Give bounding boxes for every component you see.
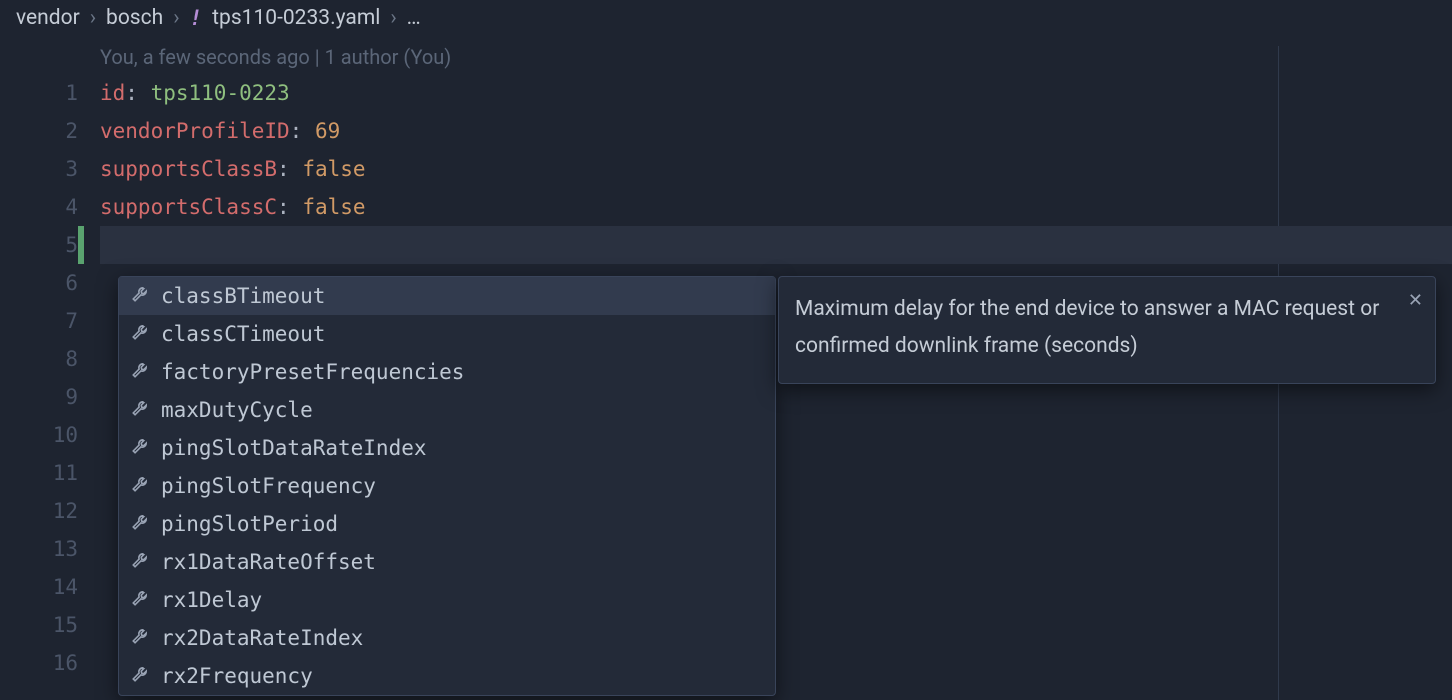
line-number: 13 <box>0 530 78 568</box>
suggest-item[interactable]: factoryPresetFrequencies <box>119 353 775 391</box>
chevron-icon: › <box>90 6 96 30</box>
breadcrumb-seg-vendor[interactable]: vendor <box>16 6 80 30</box>
line-number-gutter: 1 2 3 4 5 6 7 8 9 10 11 12 13 14 15 16 <box>0 40 100 682</box>
code-line-current[interactable]: You, a few seconds ago • Uncommitted cha… <box>100 226 1452 264</box>
line-number: 11 <box>0 454 78 492</box>
line-number: 2 <box>0 112 78 150</box>
chevron-icon: › <box>390 6 396 30</box>
line-number: 10 <box>0 416 78 454</box>
yaml-key: supportsClassC <box>100 195 277 219</box>
wrench-icon <box>131 315 149 353</box>
suggest-item[interactable]: rx1DataRateOffset <box>119 543 775 581</box>
breadcrumb: vendor › bosch › ! tps110-0233.yaml › … <box>0 0 1452 40</box>
breadcrumb-file[interactable]: tps110-0233.yaml <box>212 6 380 30</box>
blame-annotation: You, a few seconds ago | 1 author (You) <box>100 40 1452 74</box>
wrench-icon <box>131 657 149 695</box>
code-line[interactable]: vendorProfileID: 69 <box>100 112 1452 150</box>
suggest-widget[interactable]: classBTimeout classCTimeout factoryPrese… <box>118 276 776 696</box>
wrench-icon <box>131 581 149 619</box>
chevron-icon: › <box>173 6 179 30</box>
suggest-item[interactable]: rx2DataRateIndex <box>119 619 775 657</box>
code-line[interactable]: supportsClassC: false <box>100 188 1452 226</box>
suggest-item[interactable]: pingSlotFrequency <box>119 467 775 505</box>
breadcrumb-more[interactable]: … <box>407 6 421 30</box>
code-line[interactable]: supportsClassB: false <box>100 150 1452 188</box>
line-number: 4 <box>0 188 78 226</box>
suggest-item[interactable]: pingSlotDataRateIndex <box>119 429 775 467</box>
line-number: 16 <box>0 644 78 682</box>
yaml-value: false <box>302 157 365 181</box>
suggest-item[interactable]: pingSlotPeriod <box>119 505 775 543</box>
line-number: 1 <box>0 74 78 112</box>
wrench-icon <box>131 619 149 657</box>
suggest-label: pingSlotPeriod <box>161 505 338 543</box>
suggest-item[interactable]: maxDutyCycle <box>119 391 775 429</box>
line-number: 5 <box>0 226 78 264</box>
line-number: 7 <box>0 302 78 340</box>
suggest-item[interactable]: classCTimeout <box>119 315 775 353</box>
wrench-icon <box>131 429 149 467</box>
suggest-label: rx2Frequency <box>161 657 313 695</box>
yaml-value: tps110-0223 <box>151 81 290 105</box>
suggest-label: classCTimeout <box>161 315 325 353</box>
yaml-file-icon: ! <box>190 6 203 30</box>
suggest-item[interactable]: rx1Delay <box>119 581 775 619</box>
code-line[interactable]: id: tps110-0223 <box>100 74 1452 112</box>
line-number: 9 <box>0 378 78 416</box>
line-number: 3 <box>0 150 78 188</box>
yaml-value: false <box>302 195 365 219</box>
suggest-label: pingSlotFrequency <box>161 467 376 505</box>
line-number: 6 <box>0 264 78 302</box>
suggest-label: maxDutyCycle <box>161 391 313 429</box>
suggest-label: factoryPresetFrequencies <box>161 353 464 391</box>
wrench-icon <box>131 467 149 505</box>
yaml-value: 69 <box>315 119 340 143</box>
wrench-icon <box>131 391 149 429</box>
suggest-item[interactable]: classBTimeout <box>119 277 775 315</box>
yaml-key: supportsClassB <box>100 157 277 181</box>
breadcrumb-seg-bosch[interactable]: bosch <box>106 6 163 30</box>
close-icon[interactable]: ✕ <box>1408 285 1423 317</box>
suggest-doc-tooltip: ✕ Maximum delay for the end device to an… <box>778 276 1436 384</box>
suggest-label: rx1DataRateOffset <box>161 543 376 581</box>
suggest-label: rx1Delay <box>161 581 262 619</box>
yaml-key: vendorProfileID <box>100 119 290 143</box>
line-number: 14 <box>0 568 78 606</box>
line-number: 15 <box>0 606 78 644</box>
wrench-icon <box>131 277 149 315</box>
suggest-label: pingSlotDataRateIndex <box>161 429 427 467</box>
wrench-icon <box>131 543 149 581</box>
doc-text: Maximum delay for the end device to answ… <box>795 297 1379 358</box>
wrench-icon <box>131 353 149 391</box>
line-number: 12 <box>0 492 78 530</box>
line-number: 8 <box>0 340 78 378</box>
yaml-key: id <box>100 81 125 105</box>
modified-gutter-marker <box>78 226 84 264</box>
suggest-label: rx2DataRateIndex <box>161 619 363 657</box>
suggest-item[interactable]: rx2Frequency <box>119 657 775 695</box>
wrench-icon <box>131 505 149 543</box>
suggest-label: classBTimeout <box>161 277 325 315</box>
